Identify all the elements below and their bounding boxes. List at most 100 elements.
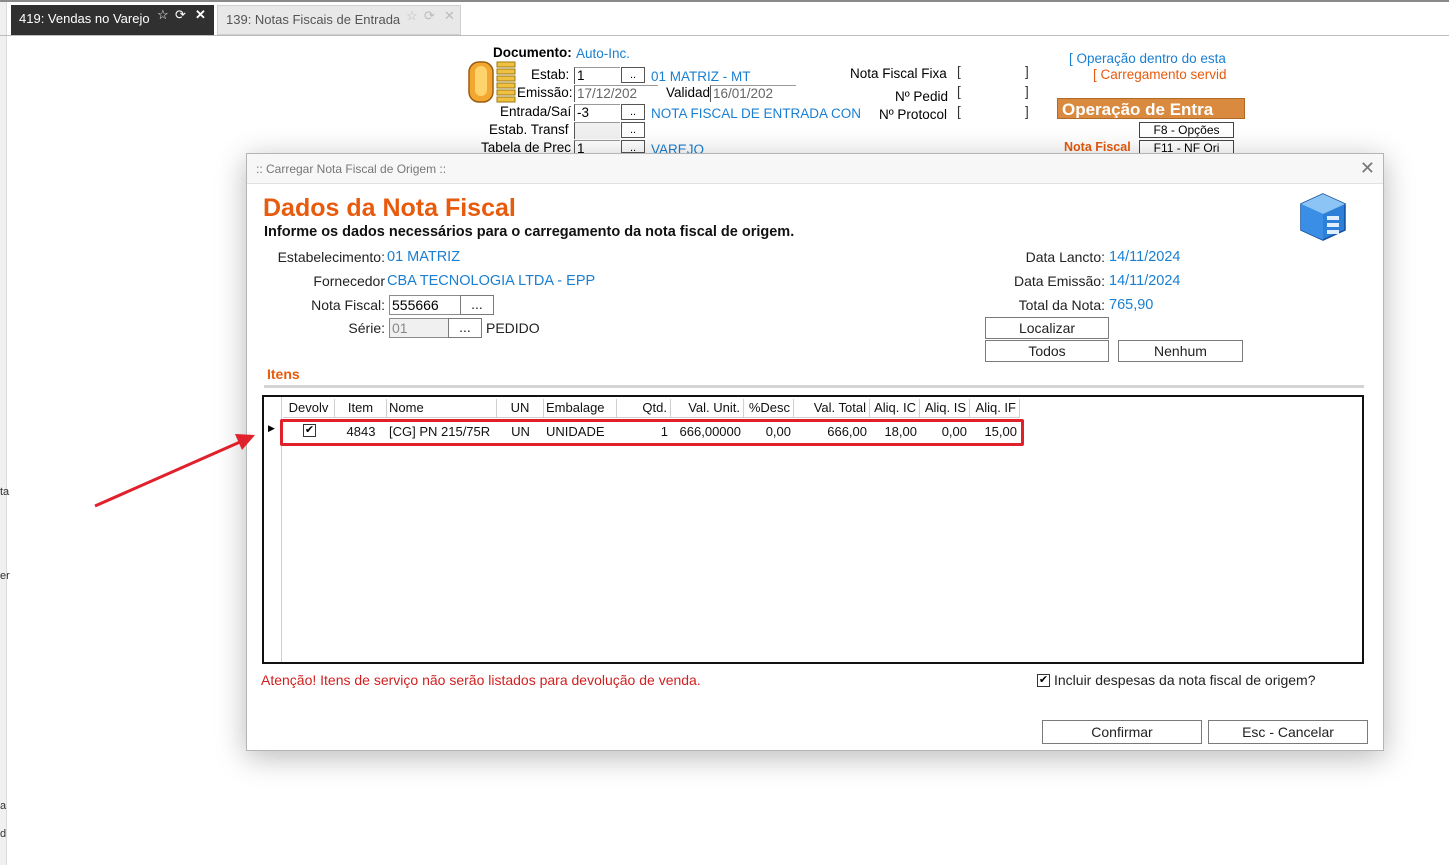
- column-header[interactable]: Val. Unit.: [671, 399, 744, 418]
- close-icon[interactable]: ✕: [195, 7, 206, 23]
- database-icon: [1299, 192, 1347, 242]
- estab-name: 01 MATRIZ - MT: [651, 69, 751, 84]
- dialog-subheading: Informe os dados necessários para o carr…: [264, 224, 795, 240]
- validade-field[interactable]: 16/01/202: [710, 85, 796, 102]
- total-nota-value: 765,90: [1109, 297, 1154, 313]
- f11-nf-origem-button[interactable]: F11 - NF Ori: [1139, 140, 1234, 154]
- column-header[interactable]: %Desc: [744, 399, 794, 418]
- data-emissao-value: 14/11/2024: [1109, 273, 1181, 289]
- total-nota-label: Total da Nota:: [1018, 297, 1105, 313]
- column-header[interactable]: UN: [497, 399, 544, 418]
- column-header[interactable]: Embalage: [544, 399, 617, 418]
- todos-button[interactable]: Todos: [985, 340, 1109, 362]
- bracket-close: ]: [1025, 84, 1029, 99]
- annotation-arrow-icon: [94, 434, 255, 508]
- close-icon[interactable]: ✕: [1360, 158, 1375, 179]
- tab-label: 419: Vendas no Varejo: [19, 11, 150, 26]
- column-header[interactable]: Aliq. IF: [970, 399, 1020, 418]
- bracket-close: ]: [1025, 104, 1029, 119]
- tabela-desc: VAREJO: [651, 142, 705, 153]
- emissao-field[interactable]: 17/12/202: [574, 85, 658, 102]
- nenhum-button[interactable]: Nenhum: [1118, 340, 1243, 362]
- estab-transf-lookup-button[interactable]: ..: [621, 122, 645, 138]
- data-lancto-label: Data Lancto:: [1025, 249, 1105, 265]
- column-header[interactable]: Devolv: [283, 399, 335, 418]
- tabela-lookup-button[interactable]: ..: [621, 140, 645, 154]
- data-emissao-label: Data Emissão:: [1013, 273, 1105, 289]
- refresh-icon[interactable]: ⟳: [424, 8, 435, 24]
- section-divider: [264, 385, 1364, 388]
- serie-input[interactable]: 01: [389, 318, 449, 338]
- estab-field[interactable]: 1: [574, 67, 620, 84]
- fornecedor-label: Fornecedor: [313, 273, 385, 289]
- serie-search-button[interactable]: ...: [448, 318, 482, 338]
- dialog-heading: Dados da Nota Fiscal: [263, 194, 516, 222]
- itens-grid[interactable]: Devolv Item Nome UN Embalage Qtd. Val. U…: [262, 395, 1364, 664]
- left-panel-strip: [0, 0, 7, 865]
- cancelar-button[interactable]: Esc - Cancelar: [1208, 720, 1368, 744]
- edge-text: a: [0, 800, 7, 812]
- operacao-dentro-estado: [ Operação dentro do esta: [1069, 51, 1226, 66]
- protocolo-label: Nº Protocol: [879, 107, 947, 122]
- coins-icon: [467, 58, 517, 104]
- highlight-box: [280, 419, 1024, 446]
- estab-lookup-button[interactable]: ..: [621, 67, 645, 83]
- bracket-open: [: [957, 104, 961, 119]
- dialog-title: :: Carregar Nota Fiscal de Origem ::: [256, 162, 447, 176]
- tab-vendas-varejo[interactable]: 419: Vendas no Varejo ☆ ⟳ ✕: [11, 5, 214, 35]
- serie-desc: PEDIDO: [486, 320, 540, 336]
- documento-value: Auto-Inc.: [576, 46, 631, 61]
- validade-label: Validad: [666, 85, 711, 100]
- column-header[interactable]: Val. Total: [794, 399, 870, 418]
- entrada-saida-field[interactable]: -3: [574, 104, 620, 121]
- carregamento-servidor: [ Carregamento servid: [1093, 67, 1227, 82]
- data-lancto-value: 14/11/2024: [1109, 249, 1181, 265]
- nota-fiscal-input[interactable]: 555666: [389, 295, 461, 315]
- carregar-nf-origem-dialog: :: Carregar Nota Fiscal de Origem :: ✕ D…: [246, 153, 1384, 751]
- edge-text: d: [0, 828, 7, 840]
- nota-fiscal-fixa-label: Nota Fiscal Fixa: [850, 66, 947, 81]
- edge-text: er: [0, 570, 10, 582]
- nota-fiscal-search-button[interactable]: ...: [460, 295, 494, 315]
- tab-label: 139: Notas Fiscais de Entrada: [226, 12, 401, 27]
- entrada-lookup-button[interactable]: ..: [621, 104, 645, 120]
- column-header[interactable]: Aliq. IC: [870, 399, 920, 418]
- confirmar-button[interactable]: Confirmar: [1042, 720, 1202, 744]
- serie-label: Série:: [348, 320, 385, 336]
- estabelecimento-value: 01 MATRIZ: [387, 249, 461, 265]
- bracket-close: ]: [1025, 64, 1029, 79]
- entrada-desc: NOTA FISCAL DE ENTRADA CON: [651, 106, 862, 121]
- star-icon[interactable]: ☆: [406, 8, 418, 24]
- itens-section-label: Itens: [267, 366, 300, 382]
- pedido-label: Nº Pedid: [895, 89, 948, 104]
- dialog-titlebar: :: Carregar Nota Fiscal de Origem :: ✕: [247, 154, 1383, 184]
- f8-opcoes-button[interactable]: F8 - Opções: [1139, 122, 1234, 138]
- estab-transf-field[interactable]: [574, 122, 620, 139]
- top-line: [0, 0, 1449, 2]
- close-icon[interactable]: ✕: [444, 8, 455, 24]
- incluir-despesas-label: Incluir despesas da nota fiscal de orige…: [1054, 672, 1316, 688]
- estabelecimento-label: Estabelecimento:: [277, 249, 385, 265]
- tabela-preco-field[interactable]: 1: [574, 140, 620, 154]
- servico-warning: Atenção! Itens de serviço não serão list…: [261, 672, 701, 688]
- column-header[interactable]: Aliq. IS: [920, 399, 970, 418]
- fornecedor-value: CBA TECNOLOGIA LTDA - EPP: [387, 273, 596, 289]
- bracket-open: [: [957, 64, 961, 79]
- bracket-open: [: [957, 84, 961, 99]
- nota-fiscal-label: Nota Fiscal: [1064, 140, 1131, 154]
- star-icon[interactable]: ☆: [157, 7, 169, 23]
- estab-label: Estab:: [531, 67, 570, 82]
- edge-text: ta: [0, 486, 10, 498]
- localizar-button[interactable]: Localizar: [985, 317, 1109, 339]
- column-header[interactable]: Item: [335, 399, 387, 418]
- incluir-despesas-checkbox[interactable]: ✔: [1037, 674, 1050, 687]
- row-indicator-icon: ▶: [268, 423, 275, 433]
- column-header[interactable]: Qtd.: [617, 399, 671, 418]
- operacao-entrada-badge: Operação de Entra: [1057, 98, 1245, 119]
- refresh-icon[interactable]: ⟳: [175, 7, 186, 23]
- column-header[interactable]: Nome: [387, 399, 497, 418]
- emissao-label: Emissão:: [517, 85, 573, 100]
- entrada-saida-label: Entrada/Saí: [500, 104, 572, 119]
- nota-fiscal-label: Nota Fiscal:: [311, 297, 385, 313]
- tab-notas-fiscais-entrada[interactable]: 139: Notas Fiscais de Entrada ☆ ⟳ ✕: [217, 5, 461, 35]
